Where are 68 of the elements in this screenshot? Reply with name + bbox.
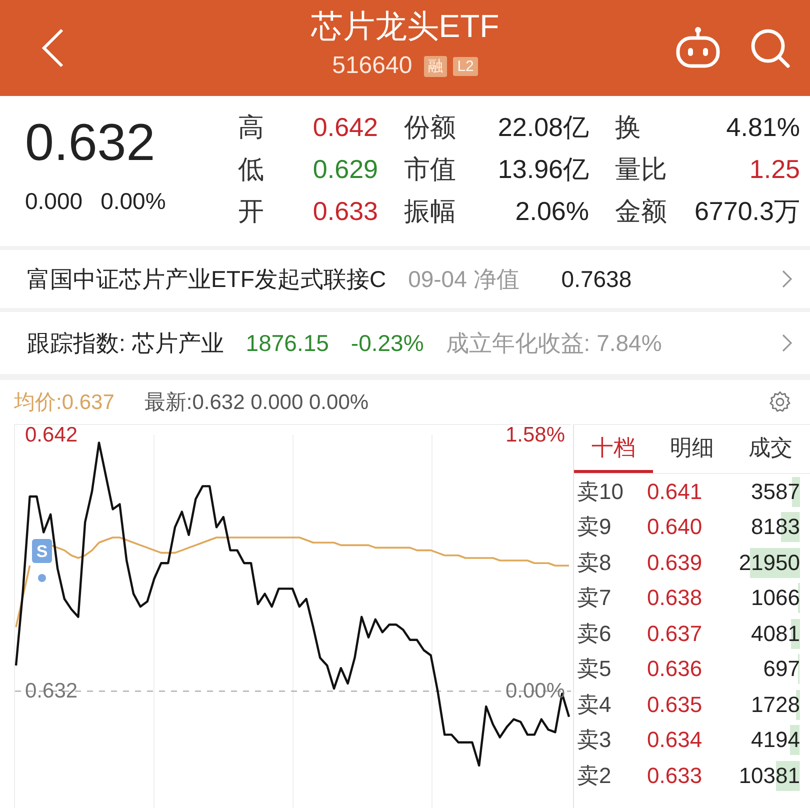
level-label: 卖10 — [576, 478, 624, 506]
level-label: 卖3 — [576, 726, 612, 754]
stat-value: 0.642 — [312, 112, 378, 142]
stat-label: 高 — [238, 110, 264, 144]
index-value: 1876.15 — [246, 330, 329, 356]
stat-value: 0.629 — [312, 154, 378, 184]
level-label: 卖8 — [576, 548, 612, 577]
stat-label: 份额 — [404, 110, 456, 144]
stat-value: 6770.3万 — [694, 194, 800, 228]
marker-dot-icon — [38, 574, 46, 582]
signal-badge: S — [32, 539, 52, 563]
robot-icon[interactable] — [674, 26, 722, 70]
stat-label: 开 — [238, 194, 264, 228]
ask-price: 0.633 — [647, 762, 704, 789]
stat-value: 1.25 — [749, 154, 800, 184]
tag: L2 — [453, 56, 478, 76]
stat-value: 2.06% — [515, 196, 589, 226]
stat-value: 0.633 — [312, 196, 378, 226]
stat-label: 量比 — [615, 152, 667, 186]
back-icon[interactable] — [40, 28, 66, 68]
percent-axis-label: 0.00% — [505, 680, 565, 703]
tab[interactable]: 成交 — [731, 425, 810, 473]
ask-price: 0.635 — [647, 692, 704, 718]
ask-price: 0.641 — [647, 478, 704, 505]
index-change: -0.23% — [350, 330, 424, 356]
latest-price: 最新:0.632 0.000 0.00% — [144, 390, 369, 416]
price-change: 0.000 — [25, 188, 83, 215]
info-row[interactable]: 富国中证芯片产业ETF发起式联接C 09-04 净值 0.7638 — [0, 250, 810, 308]
chevron-right-icon — [782, 270, 792, 288]
level-label: 卖6 — [576, 620, 612, 648]
tag: 融 — [424, 56, 448, 76]
ask-price: 0.640 — [647, 514, 704, 540]
ask-price: 0.634 — [647, 727, 704, 754]
nav-value: 0.7638 — [561, 266, 632, 292]
stat-value: 22.08亿 — [498, 110, 589, 144]
stat-value: 13.96亿 — [498, 152, 589, 186]
stat-label: 换 — [615, 110, 641, 144]
average-price: 均价:0.637 — [14, 390, 114, 416]
ask-price: 0.636 — [647, 656, 704, 682]
ask-price: 0.637 — [647, 620, 704, 647]
tab[interactable]: 十档 — [574, 425, 653, 473]
percent-change: 0.00% — [100, 188, 166, 215]
stat-label: 低 — [238, 152, 264, 186]
row-title: 富国中证芯片产业ETF发起式联接C — [27, 264, 386, 294]
row-title: 跟踪指数: 芯片产业 — [27, 328, 224, 358]
tab[interactable]: 明细 — [652, 425, 732, 473]
level-label: 卖9 — [576, 513, 612, 542]
stat-label: 市值 — [404, 152, 456, 186]
stat-label: 振幅 — [404, 194, 456, 228]
chevron-right-icon — [782, 334, 792, 352]
stock-code: 516640 — [332, 52, 412, 80]
stat-label: 金额 — [615, 194, 667, 228]
last-price: 0.632 — [25, 113, 156, 174]
level-label: 卖2 — [576, 762, 612, 790]
ask-price: 0.639 — [647, 550, 704, 576]
info-row[interactable]: 跟踪指数: 芯片产业 1876.15 -0.23% 成立年化收益: 7.84% — [0, 312, 810, 374]
level-label: 卖4 — [576, 690, 612, 719]
settings-icon[interactable] — [768, 390, 792, 414]
y-axis-label: 0.642 — [25, 424, 78, 446]
percent-axis-label: 1.58% — [505, 424, 565, 446]
page-title: 芯片龙头ETF — [310, 7, 500, 46]
ask-price: 0.638 — [647, 585, 704, 612]
stat-value: 4.81% — [726, 112, 800, 142]
y-axis-label: 0.632 — [25, 680, 78, 703]
level-label: 卖7 — [576, 584, 612, 612]
annual-return: 成立年化收益: 7.84% — [446, 328, 662, 358]
level-label: 卖5 — [576, 655, 612, 684]
nav-date: 09-04 净值 — [408, 264, 520, 294]
